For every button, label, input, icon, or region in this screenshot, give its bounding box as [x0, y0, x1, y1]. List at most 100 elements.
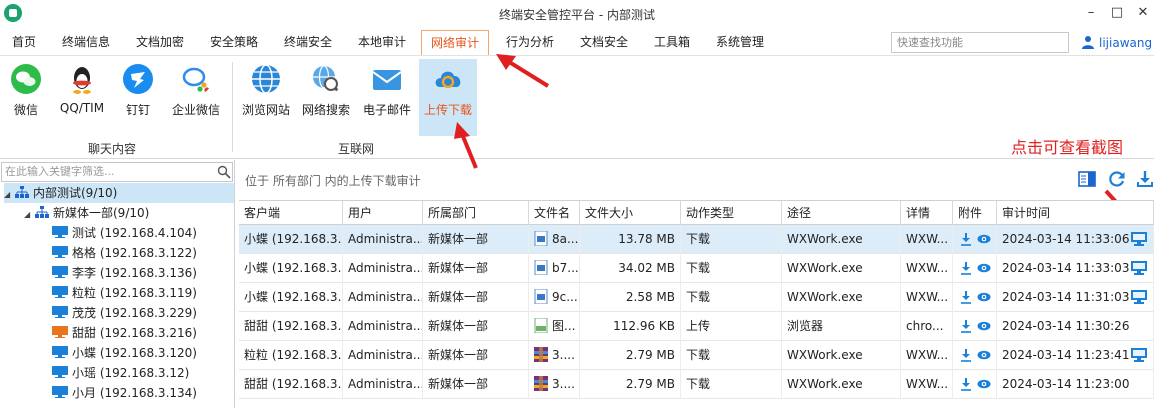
- computer-icon: [52, 266, 68, 278]
- menu-doc-encrypt[interactable]: 文档加密: [130, 30, 190, 55]
- col-action-cell: 上传: [681, 312, 782, 341]
- col-via-cell: WXWork.exe: [782, 370, 901, 399]
- menu-terminal-security[interactable]: 终端安全: [278, 30, 338, 55]
- browse-web-button[interactable]: 浏览网站: [238, 59, 294, 134]
- col-action-cell: 下载: [681, 341, 782, 370]
- menu-terminal-info[interactable]: 终端信息: [56, 30, 116, 55]
- tree-group[interactable]: ◢ 新媒体一部(9/10): [24, 203, 149, 223]
- menu-security-policy[interactable]: 安全策略: [204, 30, 264, 55]
- tree-computer-label: 小蝶 (192.168.3.120): [72, 346, 197, 360]
- col-detail-header[interactable]: 详情: [901, 201, 953, 225]
- export-download-icon[interactable]: [1136, 170, 1154, 188]
- tree-computer-item[interactable]: 小瑶 (192.168.3.12): [52, 363, 189, 383]
- minimize-icon[interactable]: –: [1080, 4, 1102, 22]
- menu-home[interactable]: 首页: [4, 30, 44, 55]
- download-attachment-icon[interactable]: [959, 377, 973, 391]
- tree-computer-label: 小月 (192.168.3.134): [72, 386, 197, 400]
- browse-web-label: 浏览网站: [241, 103, 290, 117]
- menu-behavior-analysis[interactable]: 行为分析: [500, 30, 560, 55]
- table-row[interactable]: 小蝶 (192.168.3... Administra... 新媒体一部 9c... 2…: [239, 283, 1154, 312]
- download-attachment-icon[interactable]: [959, 261, 973, 275]
- user-account[interactable]: lijiawang: [1081, 33, 1152, 53]
- download-attachment-icon[interactable]: [959, 290, 973, 304]
- menu-system-admin[interactable]: 系统管理: [710, 30, 770, 55]
- col-via-cell: WXWork.exe: [782, 341, 901, 370]
- tree-computer-item[interactable]: 李李 (192.168.3.136): [52, 263, 197, 283]
- group-label-chat: 聊天内容: [87, 142, 136, 156]
- view-eye-icon[interactable]: [977, 377, 991, 391]
- view-eye-icon[interactable]: [977, 319, 991, 333]
- view-eye-icon[interactable]: [977, 232, 991, 246]
- col-via-header[interactable]: 途径: [782, 201, 901, 225]
- close-icon[interactable]: ✕: [1132, 4, 1154, 22]
- collapse-icon[interactable]: ◢: [4, 185, 12, 205]
- quick-search-input[interactable]: 快速查找功能: [891, 32, 1069, 53]
- screenshot-monitor-icon[interactable]: [1131, 261, 1147, 275]
- file-name: 图...: [552, 319, 576, 333]
- col-audit-time-header[interactable]: 审计时间: [997, 201, 1154, 225]
- view-eye-icon[interactable]: [977, 261, 991, 275]
- email-button[interactable]: 电子邮件: [359, 59, 415, 134]
- download-attachment-icon[interactable]: [959, 348, 973, 362]
- refresh-icon[interactable]: [1108, 170, 1126, 188]
- col-client-cell: 甜甜 (192.168.3...: [239, 370, 343, 399]
- tree-computer-label: 格格 (192.168.3.122): [72, 246, 197, 260]
- upload-download-button[interactable]: 上传下载: [419, 59, 477, 136]
- col-filename-cell: 3....: [529, 341, 580, 370]
- col-attachment-cell: [953, 225, 997, 254]
- collapse-icon[interactable]: ◢: [24, 205, 32, 225]
- wechat-button[interactable]: 微信: [4, 59, 48, 134]
- tree-computer-item[interactable]: 测试 (192.168.4.104): [52, 223, 197, 243]
- dingtalk-button[interactable]: 钉钉: [116, 59, 160, 134]
- tree-computer-item[interactable]: 小月 (192.168.3.134): [52, 383, 197, 403]
- tree-computer-label: 粒粒 (192.168.3.119): [72, 286, 197, 300]
- download-attachment-icon[interactable]: [959, 232, 973, 246]
- col-user-header[interactable]: 用户: [343, 201, 423, 225]
- col-action-header[interactable]: 动作类型: [681, 201, 782, 225]
- tree-computer-item[interactable]: 格格 (192.168.3.122): [52, 243, 197, 263]
- screenshot-monitor-icon[interactable]: [1131, 290, 1147, 304]
- table-row[interactable]: 粒粒 (192.168.3... Administra... 新媒体一部 3.... 2…: [239, 341, 1154, 370]
- col-attachment-cell: [953, 283, 997, 312]
- col-attachment-header[interactable]: 附件: [953, 201, 997, 225]
- col-client-header[interactable]: 客户端: [239, 201, 343, 225]
- tree-computer-item[interactable]: 茂茂 (192.168.3.229): [52, 303, 197, 323]
- table-row[interactable]: 甜甜 (192.168.3... Administra... 新媒体一部 图... 11…: [239, 312, 1154, 341]
- view-eye-icon[interactable]: [977, 348, 991, 362]
- search-icon[interactable]: [217, 165, 231, 179]
- org-icon: [35, 206, 49, 218]
- menu-doc-security[interactable]: 文档安全: [574, 30, 634, 55]
- menu-network-audit[interactable]: 网络审计: [421, 30, 489, 56]
- table-row[interactable]: 小蝶 (192.168.3... Administra... 新媒体一部 b7... 3…: [239, 254, 1154, 283]
- dingtalk-label: 钉钉: [125, 103, 150, 117]
- qq-tim-button[interactable]: QQ/TIM: [54, 59, 110, 134]
- web-search-button[interactable]: 网络搜索: [298, 59, 354, 134]
- view-eye-icon[interactable]: [977, 290, 991, 304]
- col-client-cell: 粒粒 (192.168.3...: [239, 341, 343, 370]
- computer-icon: [52, 326, 68, 338]
- tree-filter-input[interactable]: 在此输入关键字筛选...: [1, 162, 233, 182]
- col-filename-header[interactable]: 文件名: [529, 201, 580, 225]
- menu-local-audit[interactable]: 本地审计: [352, 30, 412, 55]
- col-filesize-header[interactable]: 文件大小: [580, 201, 681, 225]
- download-attachment-icon[interactable]: [959, 319, 973, 333]
- email-icon: [372, 70, 402, 90]
- wework-icon: [182, 67, 210, 93]
- file-name: 9c...: [552, 290, 578, 304]
- tree-root[interactable]: ◢ 内部测试(9/10): [4, 183, 234, 203]
- table-row[interactable]: 甜甜 (192.168.3... Administra... 新媒体一部 3.... 2…: [239, 370, 1154, 399]
- tree-computer-label: 甜甜 (192.168.3.216): [72, 326, 197, 340]
- col-filename-cell: 8a...: [529, 225, 580, 254]
- column-settings-icon[interactable]: [1078, 170, 1096, 188]
- menu-toolbox[interactable]: 工具箱: [648, 30, 696, 55]
- tree-computer-item[interactable]: 甜甜 (192.168.3.216): [52, 323, 197, 343]
- screenshot-monitor-icon[interactable]: [1131, 232, 1147, 246]
- tree-computer-item[interactable]: 小蝶 (192.168.3.120): [52, 343, 197, 363]
- table-row[interactable]: 小蝶 (192.168.3... Administra... 新媒体一部 8a... 1…: [239, 225, 1154, 254]
- maximize-icon[interactable]: □: [1106, 4, 1128, 22]
- screenshot-monitor-icon[interactable]: [1131, 348, 1147, 362]
- col-dept-header[interactable]: 所属部门: [423, 201, 529, 225]
- tree-computer-item[interactable]: 粒粒 (192.168.3.119): [52, 283, 197, 303]
- email-label: 电子邮件: [362, 103, 411, 117]
- wework-button[interactable]: 企业微信: [168, 59, 224, 134]
